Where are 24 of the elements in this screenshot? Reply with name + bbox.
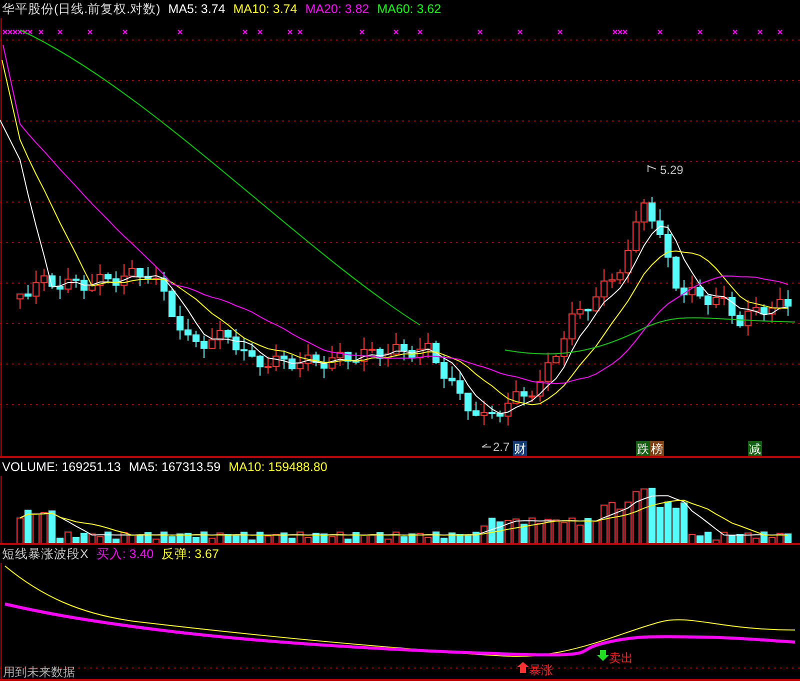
ma-reading: MA60: 3.62 <box>377 2 442 16</box>
indicator-reading: 买入: 3.40 <box>96 546 154 562</box>
event-tag: 财 <box>513 441 527 456</box>
pointer-icon <box>648 164 656 172</box>
chart-title: 华平股份(日线.前复权.对数) <box>2 0 160 18</box>
volume-reading: MA10: 159488.80 <box>228 460 328 474</box>
indicator-title: 短线暴涨波段X <box>2 546 88 562</box>
price-label: 5.29 <box>660 163 684 177</box>
up-arrow-icon <box>517 662 529 673</box>
ma-reading: MA20: 3.82 <box>305 2 370 16</box>
ma-reading: MA10: 3.74 <box>233 2 298 16</box>
event-tag: 榜 <box>650 441 664 456</box>
pointer-icon <box>482 444 492 448</box>
ma-reading: MA5: 3.74 <box>168 2 226 16</box>
signal-label: 卖出 <box>609 651 633 665</box>
volume-reading: VOLUME: 169251.13 <box>2 460 121 474</box>
volume-reading: MA5: 167313.59 <box>128 460 221 474</box>
down-arrow-icon <box>597 650 609 661</box>
warning-note: 用到未来数据 <box>3 665 75 679</box>
signal-label: 暴涨 <box>529 663 553 677</box>
indicator-reading: 反弹: 3.67 <box>162 546 219 562</box>
event-tag: 减 <box>748 441 762 456</box>
event-tag: 跌 <box>636 441 650 456</box>
price-label: 2.7 <box>493 440 510 454</box>
